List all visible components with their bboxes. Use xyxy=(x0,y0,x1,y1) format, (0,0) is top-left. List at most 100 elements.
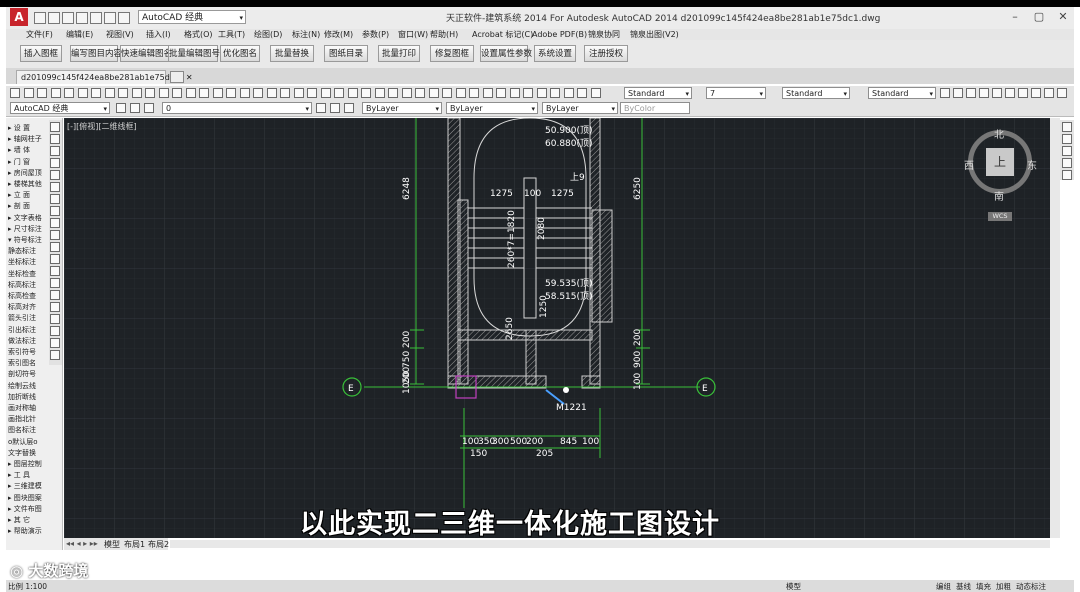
print-icon[interactable] xyxy=(90,12,102,24)
layer-tool-icon[interactable] xyxy=(316,103,326,113)
screen-menu-item[interactable]: 引出标注 xyxy=(8,326,36,334)
lineweight-combo[interactable]: ByLayer ▾ xyxy=(542,102,618,114)
layer-combo[interactable]: 0 ▾ xyxy=(162,102,312,114)
autocad-logo-icon[interactable]: A xyxy=(10,8,28,26)
viewport-controls[interactable]: [-][俯视][二维线框] xyxy=(67,121,137,132)
toolbar-icon[interactable] xyxy=(953,88,963,98)
screen-menu-item[interactable]: 坐标检查 xyxy=(8,270,36,278)
color-combo[interactable]: ByLayer ▾ xyxy=(362,102,442,114)
toolbar-icon[interactable] xyxy=(239,88,250,98)
nav-tool-icon[interactable] xyxy=(1062,158,1072,168)
toolbar-icon[interactable] xyxy=(118,88,128,98)
toolbar-icon[interactable] xyxy=(563,88,574,98)
toolbar-icon[interactable] xyxy=(199,88,209,98)
screen-menu-item[interactable]: 标高检查 xyxy=(8,292,36,300)
screen-menu-item[interactable]: 做法标注 xyxy=(8,337,36,345)
screen-menu-item[interactable]: 加折断线 xyxy=(8,393,36,401)
draw-tool-icon[interactable] xyxy=(50,326,60,336)
ribbon-button-6[interactable]: 图纸目录 xyxy=(324,45,368,62)
table-style-combo[interactable]: Standard ▾ xyxy=(868,87,936,99)
screen-menu-item[interactable]: ▸ 房间屋顶 xyxy=(8,169,42,177)
document-tab[interactable]: d201099c145f424ea8be281ab1e75dc1* ✕ xyxy=(16,70,193,84)
nav-tool-icon[interactable] xyxy=(1062,122,1072,132)
menu-item-13[interactable]: Adobe PDF(B) xyxy=(532,29,587,40)
draw-tool-icon[interactable] xyxy=(50,266,60,276)
tab-layout2[interactable]: 布局2 xyxy=(148,539,169,550)
menu-item-7[interactable]: 标注(N) xyxy=(292,29,320,40)
status-fill[interactable]: 填充 xyxy=(976,581,991,592)
screen-menu-item[interactable]: 索引符号 xyxy=(8,348,36,356)
toolbar-icon[interactable] xyxy=(64,88,74,98)
ribbon-button-11[interactable]: 注册授权 xyxy=(584,45,628,62)
screen-menu-item[interactable]: 画指北针 xyxy=(8,415,36,423)
close-button[interactable]: ✕ xyxy=(1052,9,1074,25)
toolbar-icon[interactable] xyxy=(320,88,331,98)
tab-layout1[interactable]: 布局1 xyxy=(124,539,145,550)
open-file-icon[interactable] xyxy=(48,12,60,24)
screen-menu-item[interactable]: ▸ 图层控制 xyxy=(8,460,42,468)
dim-style-combo[interactable]: Standard ▾ xyxy=(782,87,850,99)
workspace-dropdown[interactable]: AutoCAD 经典 ▾ xyxy=(138,10,246,24)
screen-menu-item[interactable]: ▸ 文字表格 xyxy=(8,214,42,222)
toolbar-icon[interactable] xyxy=(966,88,976,98)
menu-item-11[interactable]: 帮助(H) xyxy=(430,29,458,40)
draw-tool-icon[interactable] xyxy=(50,122,60,132)
toolbar-icon[interactable] xyxy=(455,88,466,98)
draw-tool-icon[interactable] xyxy=(50,314,60,324)
screen-menu-item[interactable]: 索引图名 xyxy=(8,359,36,367)
draw-tool-icon[interactable] xyxy=(50,230,60,240)
toolbar-icon[interactable] xyxy=(77,88,88,98)
ribbon-button-2[interactable]: 快速编辑图名 xyxy=(120,45,172,62)
screen-menu-item[interactable]: 图名标注 xyxy=(8,426,36,434)
toolbar-icon[interactable] xyxy=(388,88,398,98)
screen-menu-item[interactable]: ▸ 墙 体 xyxy=(8,146,30,154)
toolbar-icon[interactable] xyxy=(23,88,34,98)
tab-model[interactable]: 模型 xyxy=(104,539,120,550)
draw-tool-icon[interactable] xyxy=(50,278,60,288)
wcs-menu[interactable]: WCS xyxy=(988,212,1012,221)
toolbar-icon[interactable] xyxy=(91,88,101,98)
toolbar-icon[interactable] xyxy=(442,88,452,98)
ribbon-button-8[interactable]: 修复图框 xyxy=(430,45,474,62)
screen-menu-item[interactable]: ▸ 工 具 xyxy=(8,471,30,479)
layer-tool-icon[interactable] xyxy=(144,103,154,113)
ribbon-button-5[interactable]: 批量替换 xyxy=(270,45,314,62)
layer-tool-icon[interactable] xyxy=(130,103,140,113)
compass-east[interactable]: 东 xyxy=(1027,157,1037,172)
undo-icon[interactable] xyxy=(104,12,116,24)
toolbar-icon[interactable] xyxy=(293,88,304,98)
tab-nav-arrows[interactable]: ◂◂ ◂ ▸ ▸▸ xyxy=(66,539,98,548)
toolbar-icon[interactable] xyxy=(1044,88,1054,98)
screen-menu-item[interactable]: ▸ 图块图案 xyxy=(8,494,42,502)
ribbon-button-7[interactable]: 批量打印 xyxy=(378,45,420,62)
menu-item-1[interactable]: 编辑(E) xyxy=(66,29,93,40)
draw-tool-icon[interactable] xyxy=(50,194,60,204)
menu-item-6[interactable]: 绘图(D) xyxy=(254,29,282,40)
close-tab-icon[interactable]: ✕ xyxy=(186,73,193,82)
screen-menu-item[interactable]: ▸ 帮助演示 xyxy=(8,527,42,535)
ribbon-button-4[interactable]: 优化图名 xyxy=(220,45,260,62)
toolbar-icon[interactable] xyxy=(172,88,182,98)
toolbar-icon[interactable] xyxy=(1057,88,1067,98)
toolbar-icon[interactable] xyxy=(1005,88,1015,98)
compass-north[interactable]: 北 xyxy=(994,126,1004,141)
model-space-button[interactable]: 模型 xyxy=(786,581,801,592)
draw-tool-icon[interactable] xyxy=(50,134,60,144)
nav-tool-icon[interactable] xyxy=(1062,146,1072,156)
screen-menu-item[interactable]: ▸ 门 窗 xyxy=(8,158,30,166)
toolbar-icon[interactable] xyxy=(334,88,344,98)
toolbar-icon[interactable] xyxy=(482,88,493,98)
menu-item-9[interactable]: 参数(P) xyxy=(362,29,389,40)
screen-menu-item[interactable]: ▸ 轴网柱子 xyxy=(8,135,42,143)
text-style-combo[interactable]: Standard ▾ xyxy=(624,87,692,99)
toolbar-icon[interactable] xyxy=(496,88,506,98)
screen-menu-item[interactable]: ▾ 符号标注 xyxy=(8,236,42,244)
screen-menu-item[interactable]: ▸ 剖 面 xyxy=(8,202,30,210)
viewcube-top-face[interactable]: 上 xyxy=(986,148,1014,176)
nav-tool-icon[interactable] xyxy=(1062,170,1072,180)
toolbar-icon[interactable] xyxy=(131,88,142,98)
toolbar-icon[interactable] xyxy=(347,88,358,98)
toolbar-icon[interactable] xyxy=(266,88,277,98)
toolbar-icon[interactable] xyxy=(979,88,989,98)
scale-readout[interactable]: 比例 1:100 xyxy=(8,581,47,592)
